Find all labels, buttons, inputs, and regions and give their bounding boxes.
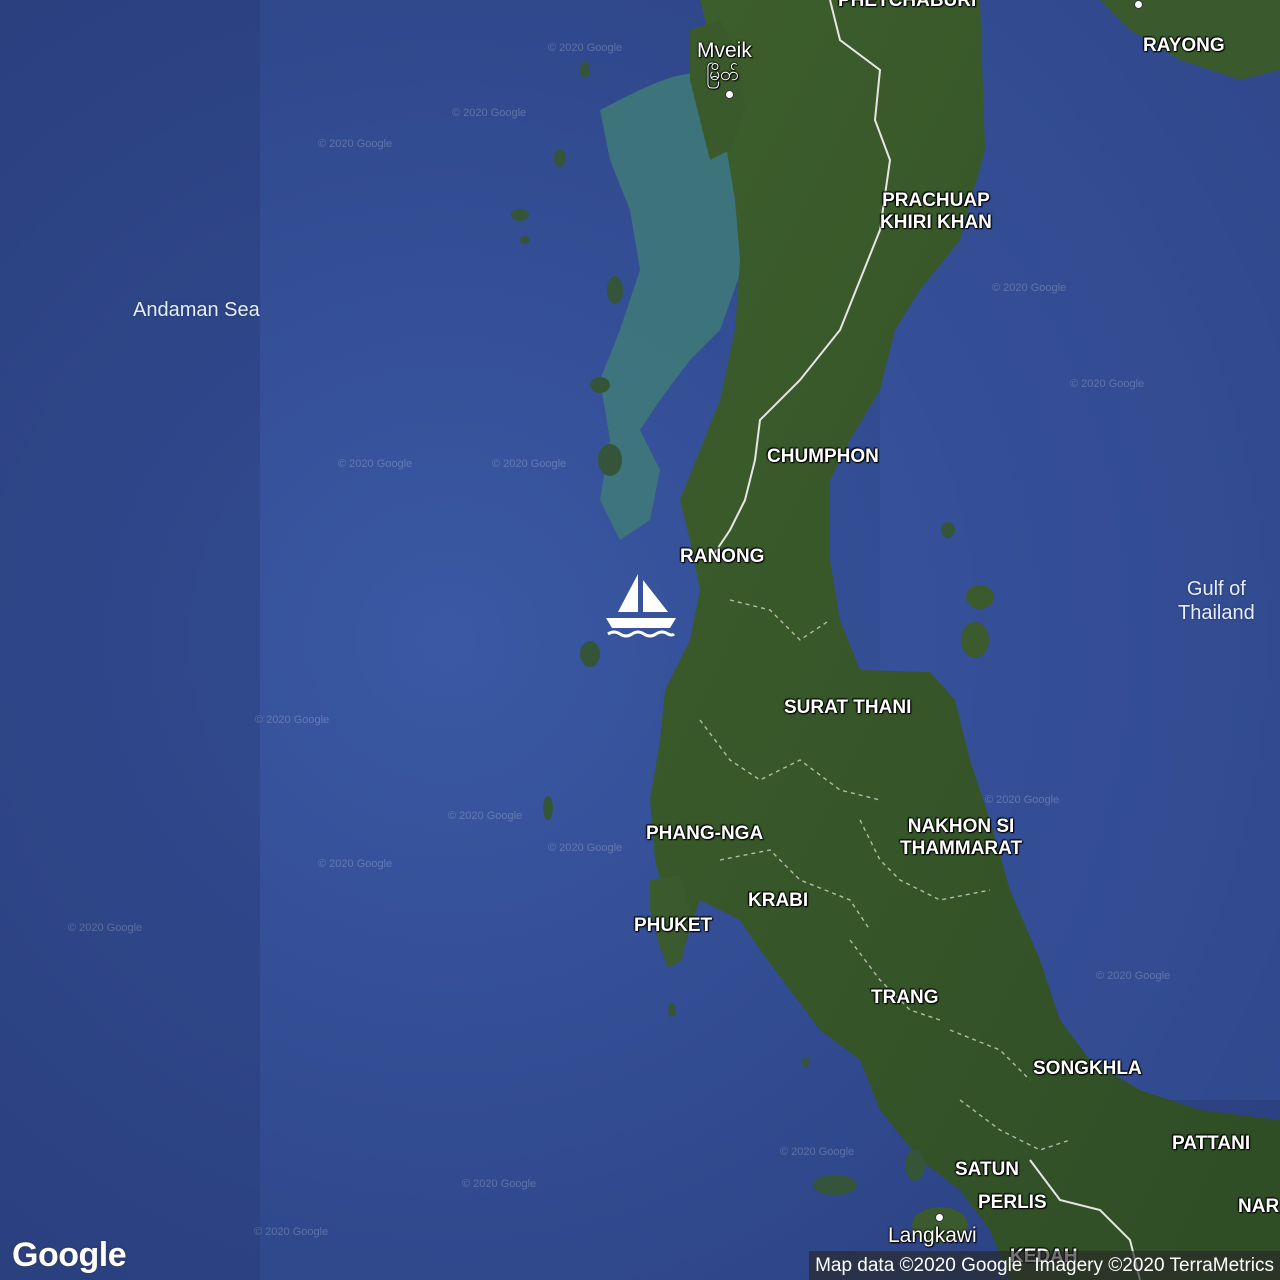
map-watermark: © 2020 Google (548, 842, 623, 854)
nakhon-line1: NAKHON SI (907, 816, 1015, 837)
map-watermark: © 2020 Google (492, 458, 567, 470)
sail-left (618, 574, 638, 612)
city-marker-rayong[interactable] (1134, 0, 1143, 9)
imagery-text[interactable]: Imagery ©2020 TerraMetrics (1034, 1255, 1274, 1276)
province-label-phetchaburi: PHETCHABURI (838, 0, 977, 11)
gulf-label-line2: Thailand (1178, 602, 1255, 624)
province-label-nar: NAR (1238, 1196, 1280, 1217)
province-label-rayong: RAYONG (1143, 35, 1225, 56)
sail-right (643, 580, 668, 612)
andaman-sea-label: Andaman Sea (133, 299, 260, 321)
sailboat-icon[interactable] (604, 572, 678, 638)
map-watermark: © 2020 Google (448, 810, 523, 822)
province-label-surat-thani: SURAT THANI (784, 697, 912, 718)
map-watermark: © 2020 Google (255, 714, 330, 726)
province-label-prachuap-khiri-khan: PRACHUAP KHIRI KHAN (880, 190, 992, 234)
city-label-langkawi: Langkawi (888, 1224, 977, 1247)
province-label-pattani: PATTANI (1172, 1133, 1251, 1154)
map-watermark: © 2020 Google (992, 282, 1067, 294)
koh-phangan (966, 585, 994, 609)
map-attribution[interactable]: Map data ©2020 Google Imagery ©2020 Terra… (809, 1251, 1280, 1280)
province-label-trang: TRANG (871, 987, 939, 1008)
city-label-mveik: Mveik (697, 39, 752, 62)
province-label-perlis: PERLIS (978, 1192, 1047, 1213)
gulf-label-line1: Gulf of (1186, 578, 1246, 600)
map-watermark: © 2020 Google (318, 138, 393, 150)
map-watermark: © 2020 Google (1096, 970, 1171, 982)
province-label-phuket: PHUKET (634, 915, 713, 936)
map-watermark: © 2020 Google (68, 922, 143, 934)
nakhon-line2: THAMMARAT (900, 838, 1023, 859)
gulf-of-thailand-label: Gulf of Thailand (1178, 577, 1255, 625)
map-watermark: © 2020 Google (318, 858, 393, 870)
koh-samui (961, 622, 989, 658)
map-watermark: © 2020 Google (452, 107, 527, 119)
satellite-map[interactable] (0, 0, 1280, 1280)
city-label-mveik-native: မြိတ် (706, 64, 739, 85)
province-label-krabi: KRABI (748, 890, 809, 911)
waves (607, 630, 676, 638)
map-watermark: © 2020 Google (548, 42, 623, 54)
map-watermark: © 2020 Google (1070, 378, 1145, 390)
map-data-text[interactable]: Map data ©2020 Google (815, 1255, 1022, 1276)
city-marker-mveik[interactable] (725, 90, 734, 99)
province-label-ranong: RANONG (680, 546, 765, 567)
province-label-satun: SATUN (955, 1159, 1020, 1180)
prachuap-line1: PRACHUAP (882, 190, 990, 211)
map-watermark: © 2020 Google (254, 1226, 329, 1238)
city-marker-langkawi[interactable] (935, 1213, 944, 1222)
province-label-songkhla: SONGKHLA (1033, 1058, 1142, 1079)
map-watermark: © 2020 Google (985, 794, 1060, 806)
province-label-phang-nga: PHANG-NGA (646, 823, 764, 844)
google-logo[interactable]: Google (12, 1236, 127, 1275)
prachuap-line2: KHIRI KHAN (880, 212, 992, 233)
province-label-chumphon: CHUMPHON (767, 446, 879, 467)
province-label-nakhon-si-thammarat: NAKHON SI THAMMARAT (900, 816, 1022, 860)
map-watermark: © 2020 Google (338, 458, 413, 470)
map-watermark: © 2020 Google (780, 1146, 855, 1158)
hull (606, 618, 676, 628)
deep-ocean-texture (0, 0, 260, 1280)
map-watermark: © 2020 Google (462, 1178, 537, 1190)
